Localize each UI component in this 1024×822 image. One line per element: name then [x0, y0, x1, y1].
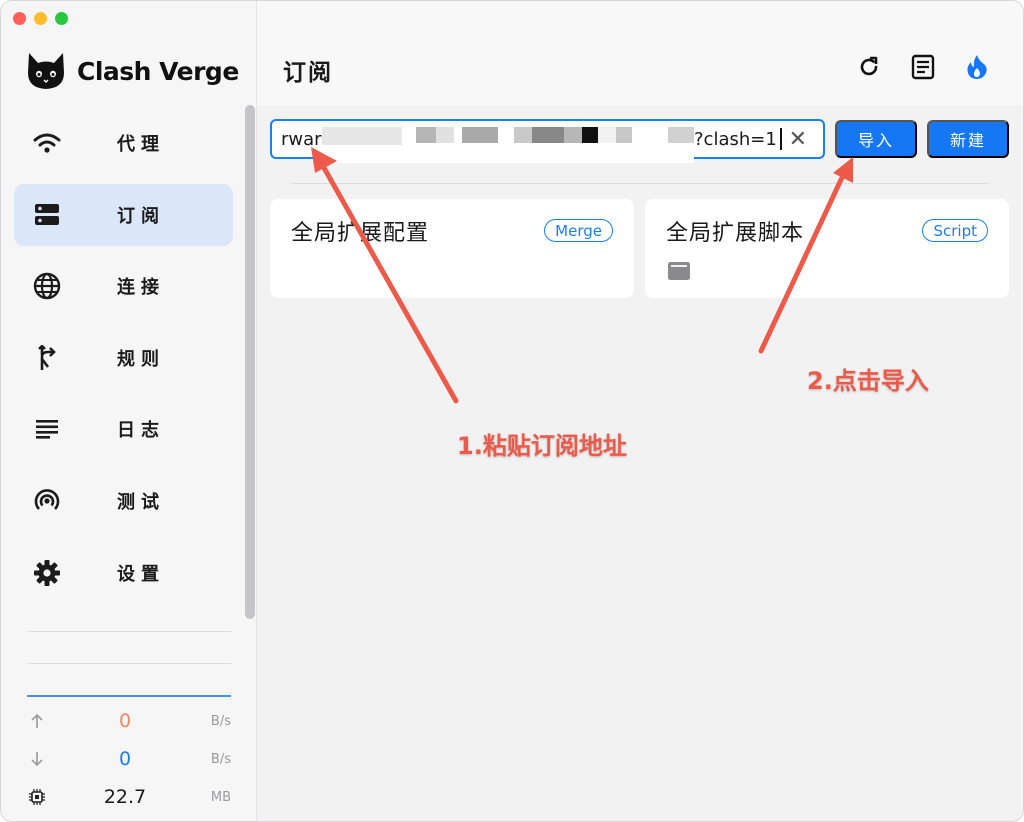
app-name: Clash Verge [77, 56, 239, 86]
arrow-down-icon [27, 751, 47, 767]
memory-row: 22.7 MB [27, 785, 231, 809]
minimize-window-button[interactable] [34, 12, 47, 25]
memory-value: 22.7 [103, 786, 147, 808]
sidebar-item-label: 连接 [117, 277, 165, 299]
sidebar-item-label: 测试 [117, 491, 165, 513]
sidebar: Clash Verge 代理 订阅 连接 规则 日志 测试 设置 0 B/s 0… [1, 1, 257, 821]
document-icon[interactable] [909, 53, 937, 81]
sidebar-item-rules[interactable]: 规则 [14, 327, 233, 389]
url-value-end: ?clash=1 [694, 129, 777, 150]
header: 订阅 [257, 1, 1023, 105]
sidebar-item-settings[interactable]: 设置 [14, 542, 233, 604]
subscription-url-input[interactable]: rwar ?clash=1 ✕ [270, 119, 825, 163]
card-type-badge: Script [922, 219, 988, 242]
arrow-up-icon [27, 713, 47, 729]
sidebar-item-label: 规则 [117, 348, 165, 370]
sidebar-item-proxy[interactable]: 代理 [14, 112, 233, 174]
upload-speed-row: 0 B/s [27, 709, 231, 733]
app-logo: Clash Verge [25, 51, 239, 91]
gear-icon [32, 558, 62, 588]
chip-icon [27, 789, 47, 805]
sidebar-item-test[interactable]: 测试 [14, 470, 233, 532]
page-title: 订阅 [283, 60, 333, 86]
traffic-graph-baseline [27, 695, 231, 697]
sidebar-item-connections[interactable]: 连接 [14, 255, 233, 317]
divider [291, 183, 989, 184]
lines-icon [32, 414, 62, 444]
zoom-window-button[interactable] [55, 12, 68, 25]
sidebar-item-label: 订阅 [117, 205, 165, 227]
fork-icon [32, 343, 62, 373]
sidebar-nav: 代理 订阅 连接 规则 日志 测试 设置 [14, 112, 233, 613]
refresh-icon[interactable] [855, 53, 883, 81]
sidebar-item-label: 设置 [117, 563, 165, 585]
upload-speed-value: 0 [118, 710, 132, 732]
redacted-mosaic [322, 127, 694, 163]
upload-speed-unit: B/s [210, 713, 231, 729]
storage-icon [32, 200, 62, 230]
main-content: 订阅 rwar ?clash=1 ✕ 导入 新建 全局扩展配置 Merge 全局… [257, 1, 1023, 821]
profile-card-script[interactable]: 全局扩展脚本 Script [645, 199, 1009, 298]
sidebar-item-label: 代理 [117, 134, 165, 155]
import-button[interactable]: 导入 [835, 120, 917, 158]
close-window-button[interactable] [13, 12, 26, 25]
divider [27, 631, 231, 632]
card-type-badge: Merge [544, 219, 613, 242]
download-speed-unit: B/s [210, 751, 231, 767]
sidebar-item-logs[interactable]: 日志 [14, 398, 233, 460]
card-title: 全局扩展脚本 [666, 221, 805, 246]
cat-logo-icon [28, 53, 64, 89]
flame-icon[interactable] [963, 53, 991, 81]
header-actions [855, 53, 991, 81]
annotation-step-2: 2.点击导入 [807, 367, 929, 395]
divider [27, 663, 231, 664]
url-value-start: rwar [281, 129, 322, 150]
close-icon[interactable]: ✕ [789, 127, 807, 152]
sidebar-item-subscription[interactable]: 订阅 [14, 183, 233, 246]
wifi-icon [32, 128, 62, 158]
text-caret [780, 128, 782, 150]
globe-icon [32, 271, 62, 301]
download-speed-value: 0 [118, 748, 132, 770]
card-title: 全局扩展配置 [291, 221, 430, 246]
memory-unit: MB [210, 789, 231, 805]
sidebar-item-label: 日志 [117, 420, 165, 442]
window-controls [13, 12, 68, 25]
app-window: Clash Verge 代理 订阅 连接 规则 日志 测试 设置 0 B/s 0… [0, 0, 1024, 822]
annotation-step-1: 1.粘贴订阅地址 [457, 432, 627, 460]
radar-icon [32, 486, 62, 516]
profile-card-merge[interactable]: 全局扩展配置 Merge [270, 199, 634, 298]
new-button[interactable]: 新建 [927, 120, 1009, 158]
download-speed-row: 0 B/s [27, 747, 231, 771]
script-file-icon[interactable] [668, 262, 690, 280]
sidebar-scrollbar[interactable] [245, 105, 255, 619]
